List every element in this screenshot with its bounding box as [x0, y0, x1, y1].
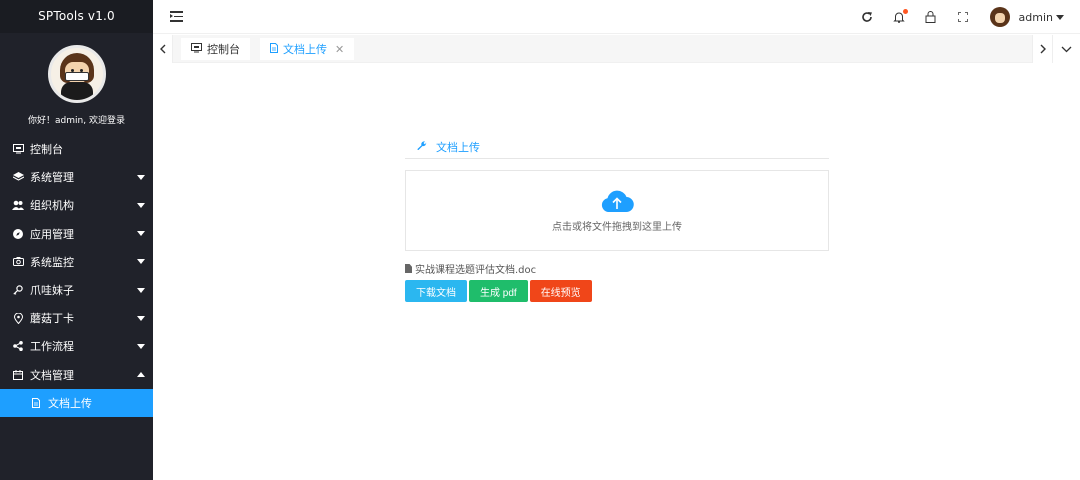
- user-avatar: [989, 7, 1010, 27]
- compass-icon: [12, 228, 24, 240]
- chevron-down-icon: [137, 202, 145, 208]
- panel-title: 文档上传: [436, 141, 480, 154]
- dropzone-text: 点击或将文件拖拽到这里上传: [552, 222, 682, 233]
- download-button[interactable]: 下载文档: [405, 280, 467, 302]
- sidebar-item-organization[interactable]: 组织机构: [0, 191, 153, 219]
- chevron-down-icon: [137, 231, 145, 237]
- chevron-down-icon: [137, 287, 145, 293]
- tab-document-upload[interactable]: 文档上传 ✕: [260, 38, 355, 60]
- tab-bar: 控制台 文档上传 ✕: [153, 35, 1080, 63]
- sidebar-item-applications[interactable]: 应用管理: [0, 220, 153, 248]
- user-menu[interactable]: admin: [989, 7, 1064, 27]
- avatar-container: [0, 45, 153, 103]
- sidebar-item-label: 系统监控: [30, 255, 74, 269]
- tab-scroll-right-button[interactable]: [1032, 35, 1052, 63]
- sidebar-item-mogu-checkin[interactable]: 蘑菇丁卡: [0, 304, 153, 332]
- sidebar-item-java-girl[interactable]: 爪哇妹子: [0, 276, 153, 304]
- tab-dashboard[interactable]: 控制台: [181, 38, 250, 60]
- notification-bell-icon[interactable]: [892, 9, 908, 24]
- sidebar-item-label: 组织机构: [30, 199, 74, 213]
- tabs: 控制台 文档上传 ✕: [181, 38, 364, 60]
- sidebar-item-documents[interactable]: 文档管理: [0, 361, 153, 389]
- top-header: admin: [153, 0, 1080, 34]
- user-name: admin: [1018, 10, 1053, 24]
- lock-icon[interactable]: [924, 10, 938, 24]
- file-name: 实战课程选题评估文档.doc: [415, 265, 537, 276]
- location-icon: [12, 312, 24, 324]
- notification-dot: [902, 9, 908, 14]
- chevron-down-icon: [1056, 14, 1064, 20]
- app-title: SPTools v1.0: [0, 0, 153, 33]
- wrench-icon: [417, 140, 427, 154]
- sidebar-item-label: 蘑菇丁卡: [30, 312, 74, 326]
- panel-header: 文档上传: [405, 136, 829, 159]
- file-dropzone[interactable]: 点击或将文件拖拽到这里上传: [405, 170, 829, 251]
- menu-toggle-icon[interactable]: [170, 10, 183, 23]
- fullscreen-icon[interactable]: [956, 10, 970, 24]
- avatar[interactable]: [47, 45, 106, 103]
- preview-online-button[interactable]: 在线预览: [529, 280, 592, 302]
- chevron-down-icon: [137, 315, 145, 321]
- monitor-icon: [191, 42, 202, 56]
- sidebar-item-dashboard[interactable]: 控制台: [0, 135, 153, 163]
- sidebar-item-monitoring[interactable]: 系统监控: [0, 248, 153, 276]
- tab-label: 文档上传: [283, 43, 327, 56]
- sidebar-item-label: 爪哇妹子: [30, 284, 74, 298]
- chevron-down-icon: [137, 343, 145, 349]
- sidebar-nav: 控制台 系统管理 组织机构 应用管理 系统监控 爪哇妹子 蘑菇丁卡 工作流程 文…: [0, 135, 153, 389]
- sidebar-item-label: 文档管理: [30, 368, 74, 382]
- close-icon[interactable]: ✕: [335, 43, 344, 56]
- cloud-upload-icon: [600, 188, 634, 214]
- sidebar-item-label: 应用管理: [30, 227, 74, 241]
- layers-icon: [12, 171, 24, 183]
- document-icon: [270, 42, 278, 56]
- camera-icon: [12, 256, 24, 268]
- tab-label: 控制台: [207, 43, 240, 56]
- share-icon: [12, 340, 24, 352]
- sidebar-item-workflow[interactable]: 工作流程: [0, 332, 153, 360]
- header-actions: admin: [842, 0, 1064, 34]
- sidebar-item-label: 系统管理: [30, 171, 74, 185]
- chevron-down-icon: [137, 174, 145, 180]
- welcome-message: 你好！admin, 欢迎登录: [28, 116, 125, 126]
- upload-panel: 文档上传 点击或将文件拖拽到这里上传 实战课程选题评估文档.doc 下载文档 生…: [405, 136, 829, 302]
- sidebar-item-label: 工作流程: [30, 340, 74, 354]
- sidebar-subitem-label: 文档上传: [48, 396, 92, 410]
- generate-pdf-button[interactable]: 生成 pdf: [469, 280, 528, 302]
- action-buttons: 下载文档 生成 pdf 在线预览: [405, 280, 829, 302]
- calendar-icon: [12, 369, 24, 381]
- uploaded-file: 实战课程选题评估文档.doc: [405, 261, 829, 276]
- file-icon: [405, 264, 412, 273]
- sidebar-item-label: 控制台: [30, 143, 63, 157]
- sidebar: SPTools v1.0 你好！admin, 欢迎登录 控制台 系统管理 组织机…: [0, 0, 153, 480]
- monitor-icon: [12, 143, 24, 155]
- sidebar-submenu-documents: 文档上传: [0, 388, 153, 417]
- tab-scroll-left-button[interactable]: [153, 35, 173, 63]
- tab-options-button[interactable]: [1052, 35, 1080, 63]
- chevron-up-icon: [137, 372, 145, 378]
- key-icon: [12, 284, 24, 296]
- refresh-icon[interactable]: [860, 10, 874, 24]
- sidebar-item-system[interactable]: 系统管理: [0, 163, 153, 191]
- document-icon: [30, 397, 42, 409]
- main-content: 文档上传 点击或将文件拖拽到这里上传 实战课程选题评估文档.doc 下载文档 生…: [153, 64, 1080, 480]
- sidebar-subitem-document-upload[interactable]: 文档上传: [0, 388, 153, 417]
- chevron-down-icon: [137, 259, 145, 265]
- users-icon: [12, 199, 24, 211]
